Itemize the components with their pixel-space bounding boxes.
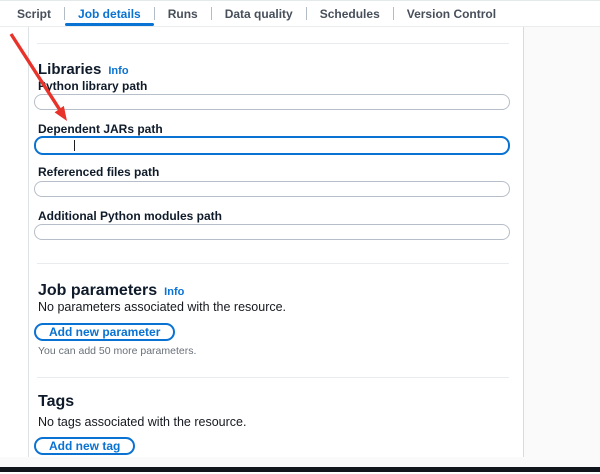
job-parameters-empty-text: No parameters associated with the resour… — [38, 300, 287, 314]
tags-empty-text: No tags associated with the resource. — [38, 415, 247, 429]
section-divider — [37, 43, 509, 44]
add-new-parameter-button[interactable]: Add new parameter — [34, 323, 176, 341]
window-bottom-bar — [0, 467, 600, 472]
additional-python-modules-path-label: Additional Python modules path — [38, 209, 222, 223]
dependent-jars-path-label: Dependent JARs path — [38, 122, 163, 136]
panel-left-border — [28, 27, 29, 457]
job-parameters-hint: You can add 50 more parameters. — [38, 345, 197, 357]
text-cursor — [74, 140, 75, 151]
job-parameters-info-link[interactable]: Info — [164, 286, 184, 298]
referenced-files-path-input[interactable] — [34, 181, 510, 197]
additional-python-modules-path-input[interactable] — [34, 224, 510, 240]
job-details-content: Libraries Info Python library path Depen… — [34, 0, 510, 457]
section-divider — [37, 263, 509, 264]
section-divider — [37, 377, 509, 378]
libraries-heading-row: Libraries Info — [38, 61, 129, 78]
add-new-tag-button[interactable]: Add new tag — [34, 437, 136, 455]
referenced-files-path-label: Referenced files path — [38, 165, 160, 179]
libraries-info-link[interactable]: Info — [108, 65, 128, 77]
libraries-heading: Libraries — [38, 61, 102, 78]
dependent-jars-path-input[interactable] — [34, 136, 510, 155]
page-background-right — [524, 27, 600, 457]
tags-heading: Tags — [38, 393, 75, 410]
python-library-path-label: Python library path — [38, 79, 148, 93]
python-library-path-input[interactable] — [34, 94, 510, 110]
job-parameters-heading-row: Job parameters Info — [38, 282, 184, 300]
bottom-strip — [0, 457, 600, 467]
panel-right-border — [523, 27, 524, 457]
job-parameters-heading: Job parameters — [38, 282, 158, 299]
job-details-screen: Script Job details Runs Data quality Sch… — [0, 0, 600, 474]
tags-heading-row: Tags — [38, 393, 74, 411]
